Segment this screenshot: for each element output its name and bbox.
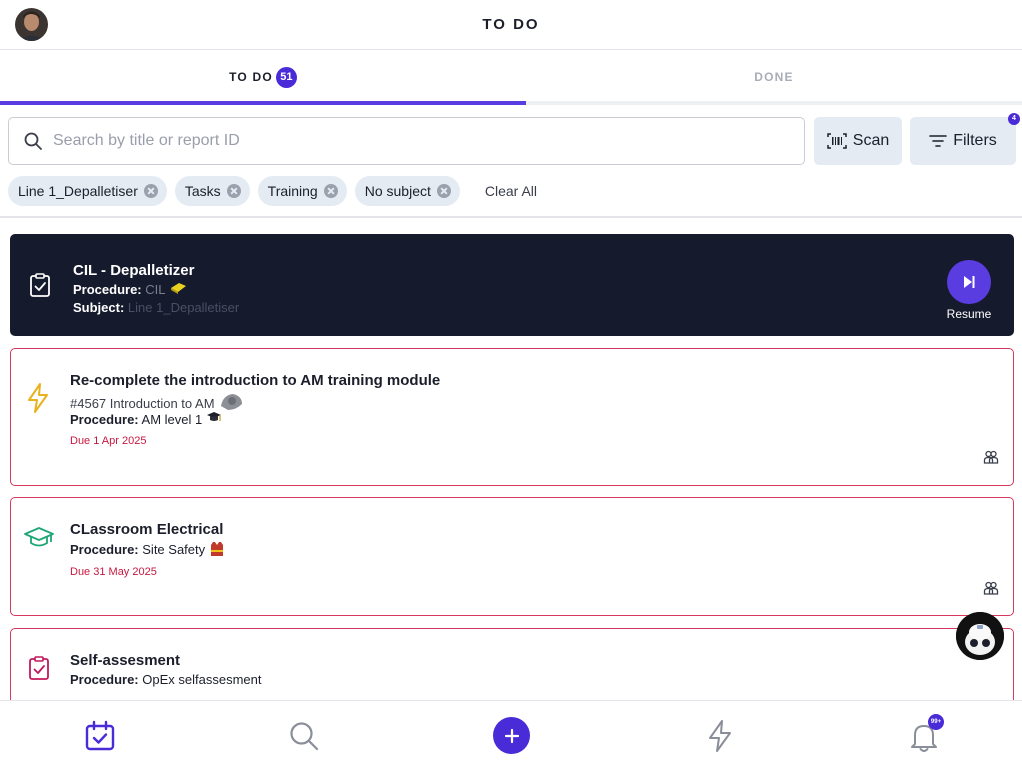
remove-chip-icon[interactable]	[323, 184, 338, 198]
clear-all-link[interactable]: Clear All	[485, 183, 537, 199]
safety-vest-icon	[210, 542, 223, 556]
calendar-check-icon	[85, 720, 115, 751]
procedure-value: CIL	[145, 282, 166, 297]
task-subject: Subject: Line 1_Depalletiser	[73, 300, 239, 315]
page-title: TO DO	[482, 16, 540, 33]
tab-todo-count-badge: 51	[275, 66, 297, 88]
tab-done[interactable]: DONE	[526, 51, 1022, 103]
notifications-count-badge: 99+	[928, 714, 944, 730]
clipboard-check-icon	[30, 273, 50, 297]
robot-icon	[956, 612, 1004, 660]
group-icon	[983, 581, 999, 595]
task-procedure: Procedure: AM level 1	[70, 410, 222, 427]
graduation-cap-icon	[24, 527, 54, 547]
filter-icon	[929, 135, 948, 147]
scan-button[interactable]: Scan	[814, 117, 902, 165]
add-button[interactable]	[493, 717, 530, 754]
search-input[interactable]	[53, 121, 804, 161]
scan-button-label: Scan	[852, 132, 890, 149]
active-task-card[interactable]: CIL - Depalletizer Procedure: CIL Subjec…	[10, 234, 1014, 336]
search-icon	[24, 132, 42, 150]
tab-todo-label: TO DO	[229, 70, 273, 84]
assistant-bot-button[interactable]	[956, 612, 1004, 660]
filter-chip-label: Line 1_Depalletiser	[18, 183, 138, 199]
task-card[interactable]: CLassroom Electrical Procedure: Site Saf…	[10, 497, 1014, 616]
filters-count-badge: 4	[1008, 113, 1020, 125]
active-filter-chips: Line 1_Depalletiser Tasks Training No su…	[8, 176, 537, 206]
plus-icon	[504, 728, 519, 743]
tab-active-indicator	[0, 101, 526, 105]
remove-chip-icon[interactable]	[143, 184, 158, 198]
task-procedure: Procedure: CIL	[73, 282, 187, 297]
tab-done-label: DONE	[754, 70, 794, 84]
filter-chip[interactable]: Tasks	[174, 176, 250, 206]
subject-value: Line 1_Depalletiser	[127, 300, 240, 315]
robot-arm-icon	[221, 394, 243, 410]
clipboard-check-icon	[29, 656, 49, 680]
sponge-icon	[170, 283, 186, 294]
tab-todo[interactable]: TO DO 51	[0, 51, 526, 103]
task-procedure: Procedure: Site Safety	[70, 541, 225, 557]
procedure-label: Procedure:	[70, 412, 139, 427]
task-reference: #4567 Introduction to AM	[70, 392, 244, 412]
task-title: Self-assesment	[70, 652, 181, 669]
bottom-navigation	[0, 700, 1022, 767]
barcode-scan-icon	[827, 133, 847, 149]
search-box[interactable]	[8, 117, 805, 165]
due-date: Due 1 Apr 2025	[70, 435, 147, 447]
divider	[0, 216, 1022, 218]
nav-activity[interactable]	[702, 718, 738, 754]
group-icon	[983, 450, 999, 464]
lightning-icon	[709, 720, 731, 752]
procedure-label: Procedure:	[73, 282, 142, 297]
procedure-value: OpEx selfassesment	[142, 672, 262, 687]
play-next-icon	[964, 276, 975, 288]
nav-search[interactable]	[286, 718, 322, 754]
task-title: Re-complete the introduction to AM train…	[70, 372, 441, 389]
procedure-value: Site Safety	[142, 542, 206, 557]
search-icon	[290, 722, 319, 751]
reference-text: #4567 Introduction to AM	[70, 396, 215, 411]
task-card[interactable]: Re-complete the introduction to AM train…	[10, 348, 1014, 486]
resume-button[interactable]	[947, 260, 991, 304]
filter-chip-label: Tasks	[184, 183, 221, 199]
filter-chip[interactable]: Training	[257, 176, 347, 206]
filter-chip[interactable]: No subject	[354, 176, 460, 206]
app-header: TO DO	[0, 0, 1022, 50]
nav-tasks[interactable]	[82, 718, 118, 754]
procedure-value: AM level 1	[141, 412, 203, 427]
remove-chip-icon[interactable]	[436, 184, 451, 198]
subject-label: Subject:	[73, 300, 125, 315]
filter-chip-label: No subject	[364, 183, 431, 199]
resume-label: Resume	[946, 307, 992, 321]
procedure-label: Procedure:	[70, 542, 139, 557]
task-title: CLassroom Electrical	[70, 521, 224, 538]
filters-button[interactable]: Filters	[910, 117, 1016, 165]
due-date: Due 31 May 2025	[70, 566, 157, 578]
task-procedure: Procedure: OpEx selfassesment	[70, 672, 261, 687]
task-title: CIL - Depalletizer	[73, 262, 195, 279]
lightning-icon	[28, 383, 48, 413]
remove-chip-icon[interactable]	[226, 184, 241, 198]
filters-button-label: Filters	[953, 132, 997, 149]
filter-chip[interactable]: Line 1_Depalletiser	[8, 176, 167, 206]
graduation-cap-icon	[206, 412, 221, 421]
tab-bar: TO DO 51 DONE	[0, 51, 1022, 106]
procedure-label: Procedure:	[70, 672, 139, 687]
filter-chip-label: Training	[267, 183, 318, 199]
